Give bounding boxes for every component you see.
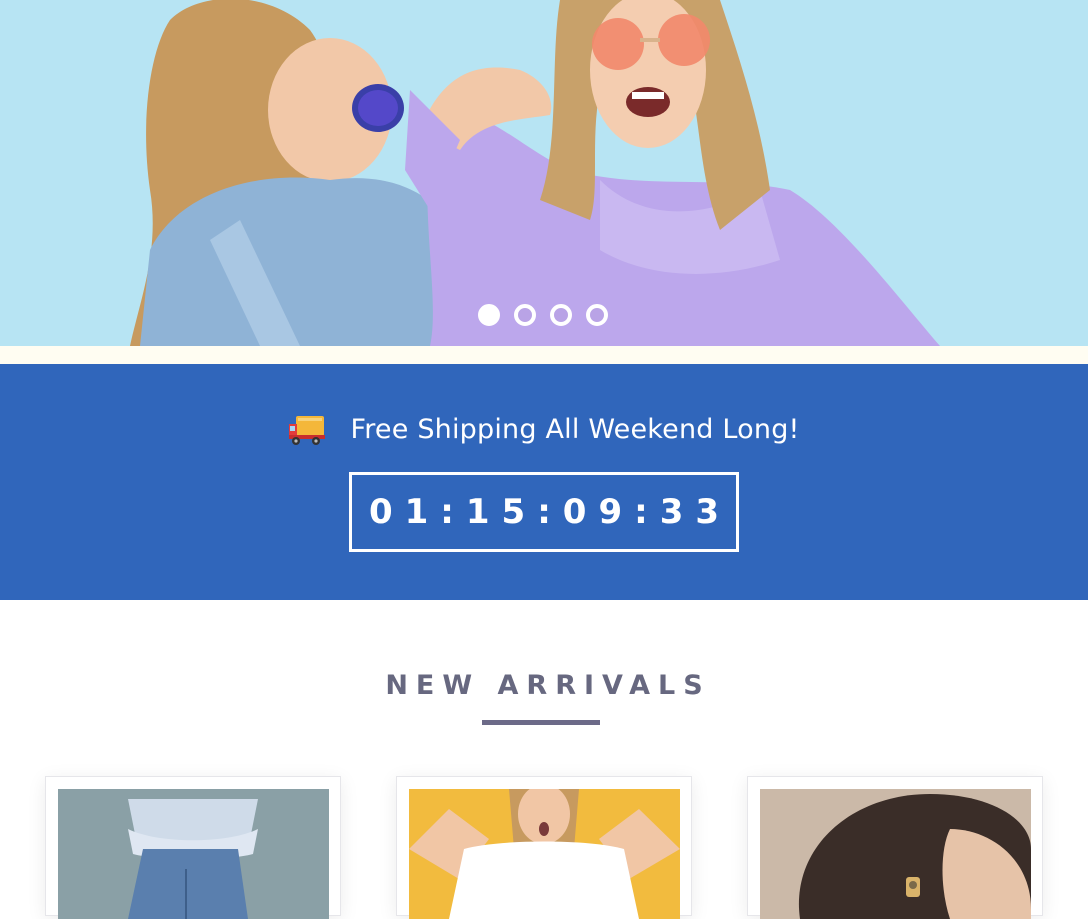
product-image-1[interactable] <box>58 789 329 919</box>
carousel-dot-3[interactable] <box>550 304 572 326</box>
title-underline <box>482 720 600 725</box>
carousel-dot-1[interactable] <box>478 304 500 326</box>
carousel-dot-4[interactable] <box>586 304 608 326</box>
promo-message: Free Shipping All Weekend Long! <box>0 412 1088 446</box>
product-image-3[interactable] <box>760 789 1031 919</box>
product-card-1[interactable] <box>45 776 341 919</box>
section-title: NEW ARRIVALS <box>385 670 711 701</box>
hero-carousel <box>0 0 1088 346</box>
carousel-pagination <box>478 304 610 326</box>
hero-image <box>0 0 1088 346</box>
promo-text: Free Shipping All Weekend Long! <box>350 413 800 445</box>
divider-strip <box>0 346 1088 364</box>
delivery-truck-icon <box>289 416 326 445</box>
product-card-3[interactable] <box>747 776 1043 919</box>
carousel-dot-2[interactable] <box>514 304 536 326</box>
countdown-timer: 01:15:09:33 <box>349 472 739 552</box>
product-card-2[interactable] <box>396 776 692 919</box>
product-image-2[interactable] <box>409 789 680 919</box>
promo-banner: Free Shipping All Weekend Long! 01:15:09… <box>0 364 1088 600</box>
